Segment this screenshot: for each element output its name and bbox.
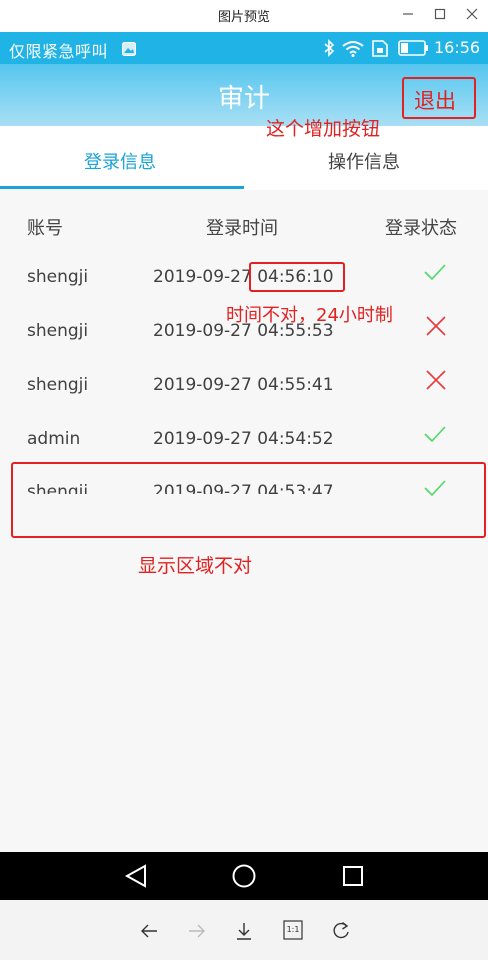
- row-account: shengji: [27, 267, 89, 287]
- battery-icon: [398, 40, 430, 60]
- row-login-time: 2019-09-27 04:54:52: [153, 429, 334, 449]
- row-account: shengji: [27, 321, 89, 341]
- status-bar: 仅限紧急呼叫 16:56: [0, 32, 488, 64]
- row-login-time: 2019-09-27 04:55:41: [153, 375, 334, 395]
- column-header-account: 账号: [27, 218, 63, 239]
- maximize-icon[interactable]: [425, 2, 455, 26]
- rotate-icon[interactable]: [330, 920, 352, 942]
- tab-bar: 登录信息 操作信息: [0, 126, 488, 190]
- column-header-login-status: 登录状态: [385, 218, 457, 239]
- minimize-icon[interactable]: [393, 2, 423, 26]
- actual-size-label: 1:1: [286, 925, 300, 934]
- row-account: admin: [27, 429, 81, 449]
- check-icon: [423, 422, 447, 446]
- tab-login-info[interactable]: 登录信息: [84, 148, 156, 174]
- column-header-login-time: 登录时间: [206, 218, 278, 239]
- download-icon[interactable]: [233, 920, 255, 942]
- wifi-icon: [341, 39, 365, 61]
- bluetooth-icon: [322, 39, 336, 61]
- status-time: 16:56: [434, 38, 481, 57]
- check-icon: [423, 260, 447, 284]
- gallery-notification-icon: [122, 41, 136, 60]
- navigation-bar: [0, 852, 488, 900]
- actual-size-button[interactable]: 1:1: [283, 920, 305, 942]
- annotation-display-area-note: 显示区域不对: [138, 555, 253, 577]
- home-circle-icon[interactable]: [232, 864, 256, 892]
- annotation-box-time: [249, 262, 345, 292]
- previous-arrow-icon[interactable]: [138, 920, 160, 942]
- cross-icon: [424, 314, 448, 338]
- recents-square-icon[interactable]: [342, 865, 364, 891]
- viewer-title-bar: 图片预览: [0, 0, 488, 33]
- status-notification-text: 仅限紧急呼叫: [9, 42, 109, 61]
- next-arrow-icon: [186, 920, 208, 942]
- cross-icon: [424, 368, 448, 392]
- back-triangle-icon[interactable]: [124, 864, 148, 892]
- tab-operation-info[interactable]: 操作信息: [328, 148, 400, 174]
- close-icon[interactable]: [457, 2, 487, 26]
- annotation-box-logout: [402, 77, 476, 119]
- annotation-add-button-note: 这个增加按钮: [266, 118, 381, 140]
- sim-icon: [372, 40, 388, 61]
- annotation-time-note: 时间不对，24小时制: [226, 305, 393, 326]
- row-account: shengji: [27, 375, 89, 395]
- active-tab-indicator: [0, 186, 244, 189]
- annotation-box-display-area: [11, 462, 486, 538]
- viewer-toolbar: 1:1: [0, 900, 488, 960]
